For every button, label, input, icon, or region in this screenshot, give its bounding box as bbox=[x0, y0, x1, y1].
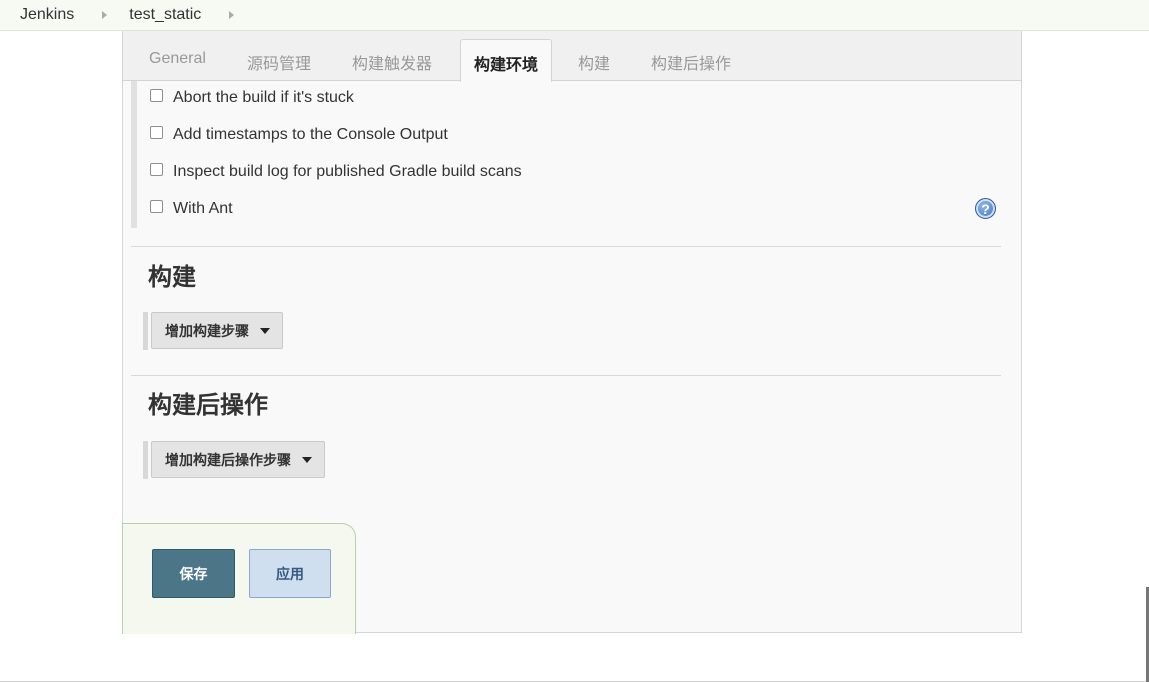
add-build-step-label: 增加构建步骤 bbox=[165, 322, 249, 339]
breadcrumb-chevron-icon[interactable] bbox=[229, 11, 235, 19]
add-timestamps-checkbox[interactable] bbox=[150, 125, 163, 139]
section-divider bbox=[131, 246, 1001, 247]
breadcrumb-item-jenkins[interactable]: Jenkins bbox=[20, 6, 74, 24]
section-divider bbox=[131, 375, 1001, 376]
option-with-ant[interactable]: With Ant bbox=[150, 199, 233, 218]
tab-build-triggers[interactable]: 构建触发器 bbox=[352, 50, 432, 74]
tab-build-environment[interactable]: 构建环境 bbox=[460, 39, 553, 82]
add-post-build-step-label: 增加构建后操作步骤 bbox=[165, 451, 291, 468]
with-ant-checkbox[interactable] bbox=[150, 199, 163, 213]
add-post-build-step-button[interactable]: 增加构建后操作步骤 bbox=[151, 441, 325, 478]
option-label: Inspect build log for published Gradle b… bbox=[173, 163, 522, 180]
caret-down-icon bbox=[260, 327, 270, 334]
tab-general[interactable]: General bbox=[149, 50, 206, 68]
tab-scm[interactable]: 源码管理 bbox=[247, 50, 311, 74]
breadcrumb-chevron-icon[interactable] bbox=[102, 11, 108, 19]
breadcrumb: Jenkins test_static bbox=[0, 0, 1149, 31]
apply-button[interactable]: 应用 bbox=[249, 549, 331, 598]
option-label: Abort the build if it's stuck bbox=[173, 89, 354, 106]
caret-down-icon bbox=[302, 456, 312, 463]
option-inspect-gradle[interactable]: Inspect build log for published Gradle b… bbox=[150, 162, 522, 181]
help-icon[interactable]: ? bbox=[975, 198, 996, 219]
dropdown-rail bbox=[143, 312, 148, 350]
dropdown-rail bbox=[143, 441, 148, 479]
section-title-post-build: 构建后操作 bbox=[148, 392, 268, 419]
tab-post-build[interactable]: 构建后操作 bbox=[651, 50, 731, 74]
tab-build[interactable]: 构建 bbox=[578, 50, 610, 74]
option-label: Add timestamps to the Console Output bbox=[173, 126, 448, 143]
breadcrumb-item-job[interactable]: test_static bbox=[129, 6, 201, 24]
save-apply-bar: 保存 应用 bbox=[122, 523, 356, 634]
build-env-section-rail bbox=[131, 81, 137, 228]
inspect-gradle-checkbox[interactable] bbox=[150, 162, 163, 176]
option-add-timestamps[interactable]: Add timestamps to the Console Output bbox=[150, 125, 448, 144]
option-abort-stuck[interactable]: Abort the build if it's stuck bbox=[150, 88, 354, 107]
add-build-step-button[interactable]: 增加构建步骤 bbox=[151, 312, 283, 349]
save-button[interactable]: 保存 bbox=[152, 549, 235, 598]
section-title-build: 构建 bbox=[148, 264, 196, 291]
config-panel: General 源码管理 构建触发器 构建环境 构建 构建后操作 Abort t… bbox=[122, 31, 1022, 634]
option-label: With Ant bbox=[173, 200, 233, 217]
config-tabs: General 源码管理 构建触发器 构建环境 构建 构建后操作 bbox=[123, 31, 1021, 82]
abort-stuck-checkbox[interactable] bbox=[150, 88, 163, 102]
